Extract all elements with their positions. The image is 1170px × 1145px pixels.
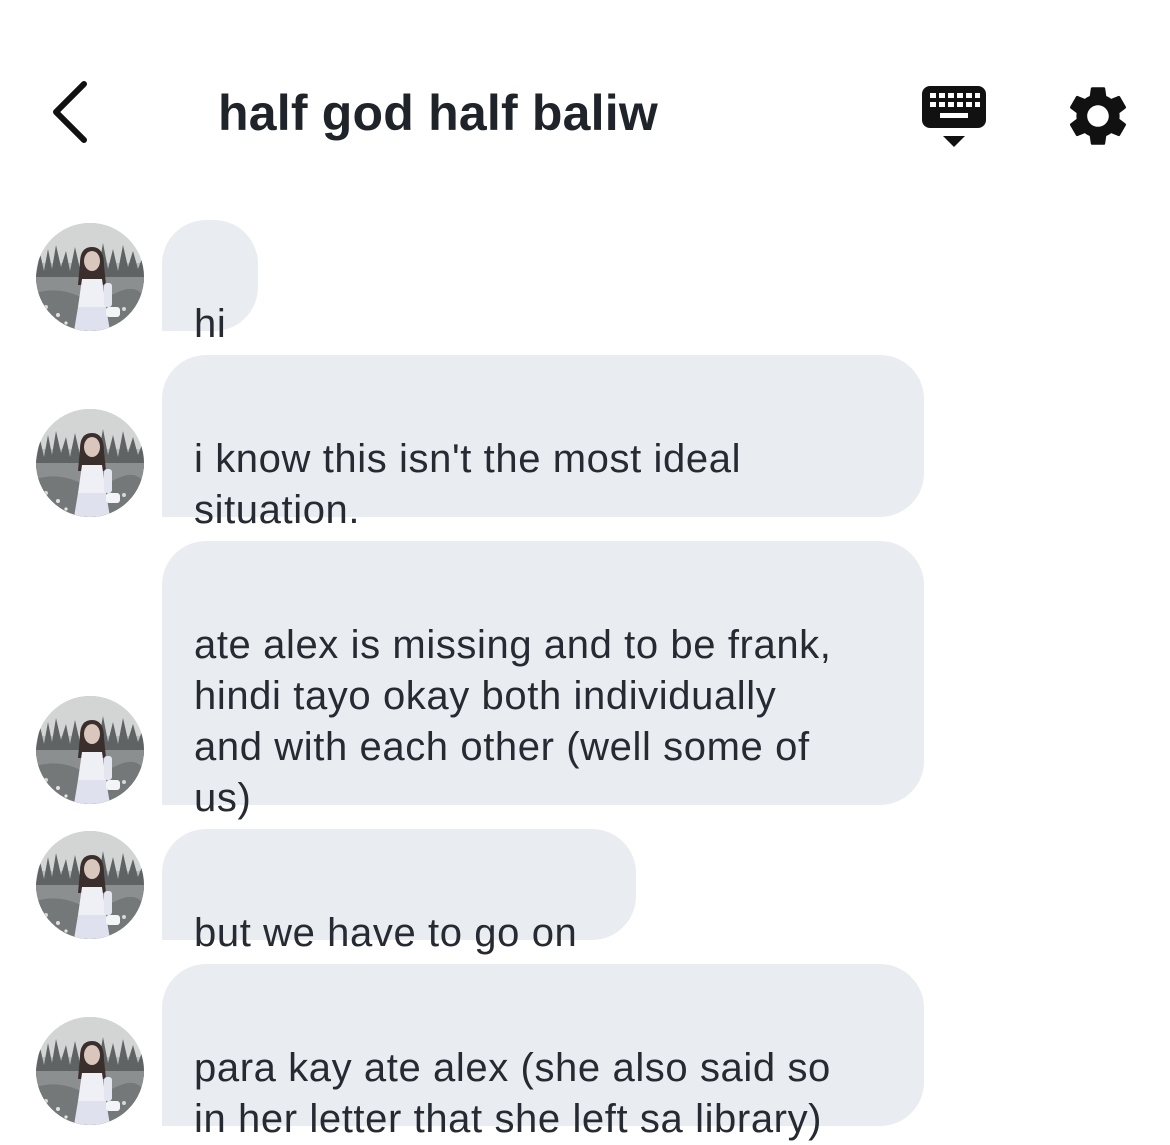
avatar-image <box>36 223 144 331</box>
avatar-image <box>36 1017 144 1125</box>
message-bubble[interactable]: i know this isn't the most ideal situati… <box>162 355 924 532</box>
avatar[interactable] <box>36 409 144 517</box>
message-bubble[interactable]: but we have to go on <box>162 829 636 955</box>
message-bubble[interactable]: para kay ate alex (she also said so in h… <box>162 964 924 1141</box>
avatar[interactable] <box>36 696 144 804</box>
avatar-image <box>36 831 144 939</box>
avatar[interactable] <box>36 1017 144 1125</box>
message-list: hi i know this isn't the most ideal situ… <box>0 0 1170 1145</box>
avatar-image <box>36 696 144 804</box>
message-text: para kay ate alex (she also said so in h… <box>194 1046 831 1141</box>
message-text: i know this isn't the most ideal situati… <box>194 437 742 532</box>
chat-screen: half god half baliw hi i know this isn't… <box>0 0 1170 1145</box>
message-text: ate alex is missing and to be frank, hin… <box>194 623 832 820</box>
avatar[interactable] <box>36 223 144 331</box>
message-text: hi <box>194 302 227 346</box>
message-text: but we have to go on <box>194 911 578 955</box>
message-bubble[interactable]: ate alex is missing and to be frank, hin… <box>162 541 924 820</box>
message-bubble[interactable]: hi <box>162 220 258 346</box>
avatar[interactable] <box>36 831 144 939</box>
avatar-image <box>36 409 144 517</box>
